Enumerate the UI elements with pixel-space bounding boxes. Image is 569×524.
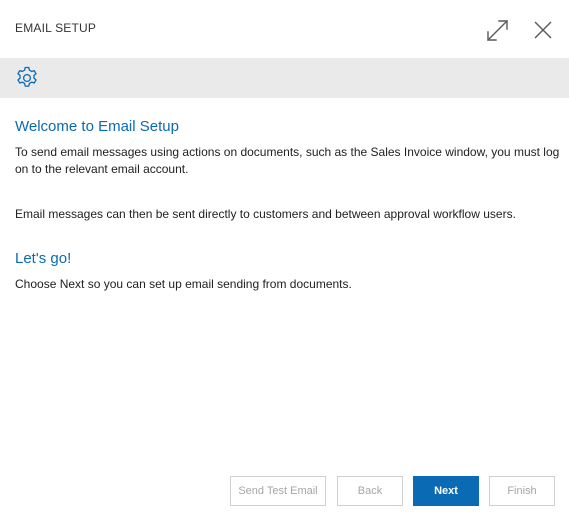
dialog-content: Welcome to Email Setup To send email mes… — [15, 118, 560, 293]
email-setup-dialog: EMAIL SETUP Welcome to Email Setup To se… — [0, 0, 569, 524]
expand-button[interactable] — [485, 18, 510, 43]
expand-icon — [487, 20, 508, 41]
dialog-title: EMAIL SETUP — [15, 21, 97, 35]
letsgo-text: Choose Next so you can set up email send… — [15, 277, 352, 291]
close-button[interactable] — [532, 19, 554, 41]
dialog-toolbar — [0, 58, 569, 98]
gear-icon — [17, 66, 37, 87]
back-button[interactable]: Back — [337, 476, 403, 506]
letsgo-heading: Let's go! — [15, 250, 72, 267]
dialog-titlebar: EMAIL SETUP — [0, 0, 569, 58]
next-button[interactable]: Next — [413, 476, 479, 506]
welcome-text-2: Email messages can then be sent directly… — [15, 207, 516, 221]
close-icon — [534, 21, 552, 39]
send-test-email-button[interactable]: Send Test Email — [230, 476, 326, 506]
welcome-text-1: To send email messages using actions on … — [15, 145, 560, 176]
finish-button[interactable]: Finish — [489, 476, 555, 506]
welcome-heading: Welcome to Email Setup — [15, 118, 179, 135]
dialog-button-bar: Send Test Email Back Next Finish — [0, 476, 569, 508]
settings-button[interactable] — [14, 65, 40, 91]
